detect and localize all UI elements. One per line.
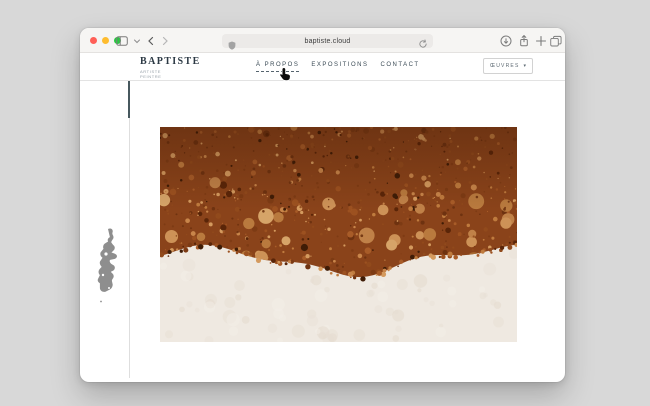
divider-rule — [129, 118, 130, 378]
sidebar-icon[interactable] — [116, 35, 128, 47]
nav-item-expositions[interactable]: EXPOSITIONS — [311, 62, 368, 72]
nav-item-a-propos[interactable]: À PROPOS — [256, 62, 299, 72]
pointer-cursor-icon — [279, 67, 291, 81]
browser-toolbar: baptiste.cloud — [80, 28, 565, 53]
downloads-icon[interactable] — [500, 35, 512, 47]
site-header: BAPTISTE ARTISTE PEINTRE À PROPOS EXPOSI… — [80, 53, 565, 81]
chevron-down-icon[interactable] — [131, 35, 143, 47]
map-silhouette-graphic — [93, 228, 123, 304]
accent-rule — [128, 81, 130, 118]
site-logo-tagline: ARTISTE PEINTRE — [140, 69, 201, 80]
browser-window: baptiste.cloud — [80, 28, 565, 382]
address-bar[interactable]: baptiste.cloud — [222, 34, 433, 48]
artwork-image — [160, 127, 517, 342]
tab-overview-icon[interactable] — [550, 35, 562, 47]
minimize-button[interactable] — [102, 37, 109, 44]
close-button[interactable] — [90, 37, 97, 44]
site-logo-title: BAPTISTE — [140, 57, 201, 67]
new-tab-icon[interactable] — [535, 35, 547, 47]
back-icon[interactable] — [145, 35, 157, 47]
site-logo[interactable]: BAPTISTE ARTISTE PEINTRE — [140, 57, 201, 79]
forward-icon[interactable] — [159, 35, 171, 47]
share-icon[interactable] — [518, 35, 530, 47]
works-dropdown-button[interactable]: ŒUVRES ▾ — [483, 58, 533, 74]
nav-item-contact[interactable]: CONTACT — [381, 62, 420, 72]
url-text: baptiste.cloud — [305, 38, 351, 45]
shield-icon[interactable] — [228, 37, 236, 55]
reload-icon[interactable] — [418, 36, 428, 54]
chevron-down-icon: ▾ — [523, 64, 526, 69]
